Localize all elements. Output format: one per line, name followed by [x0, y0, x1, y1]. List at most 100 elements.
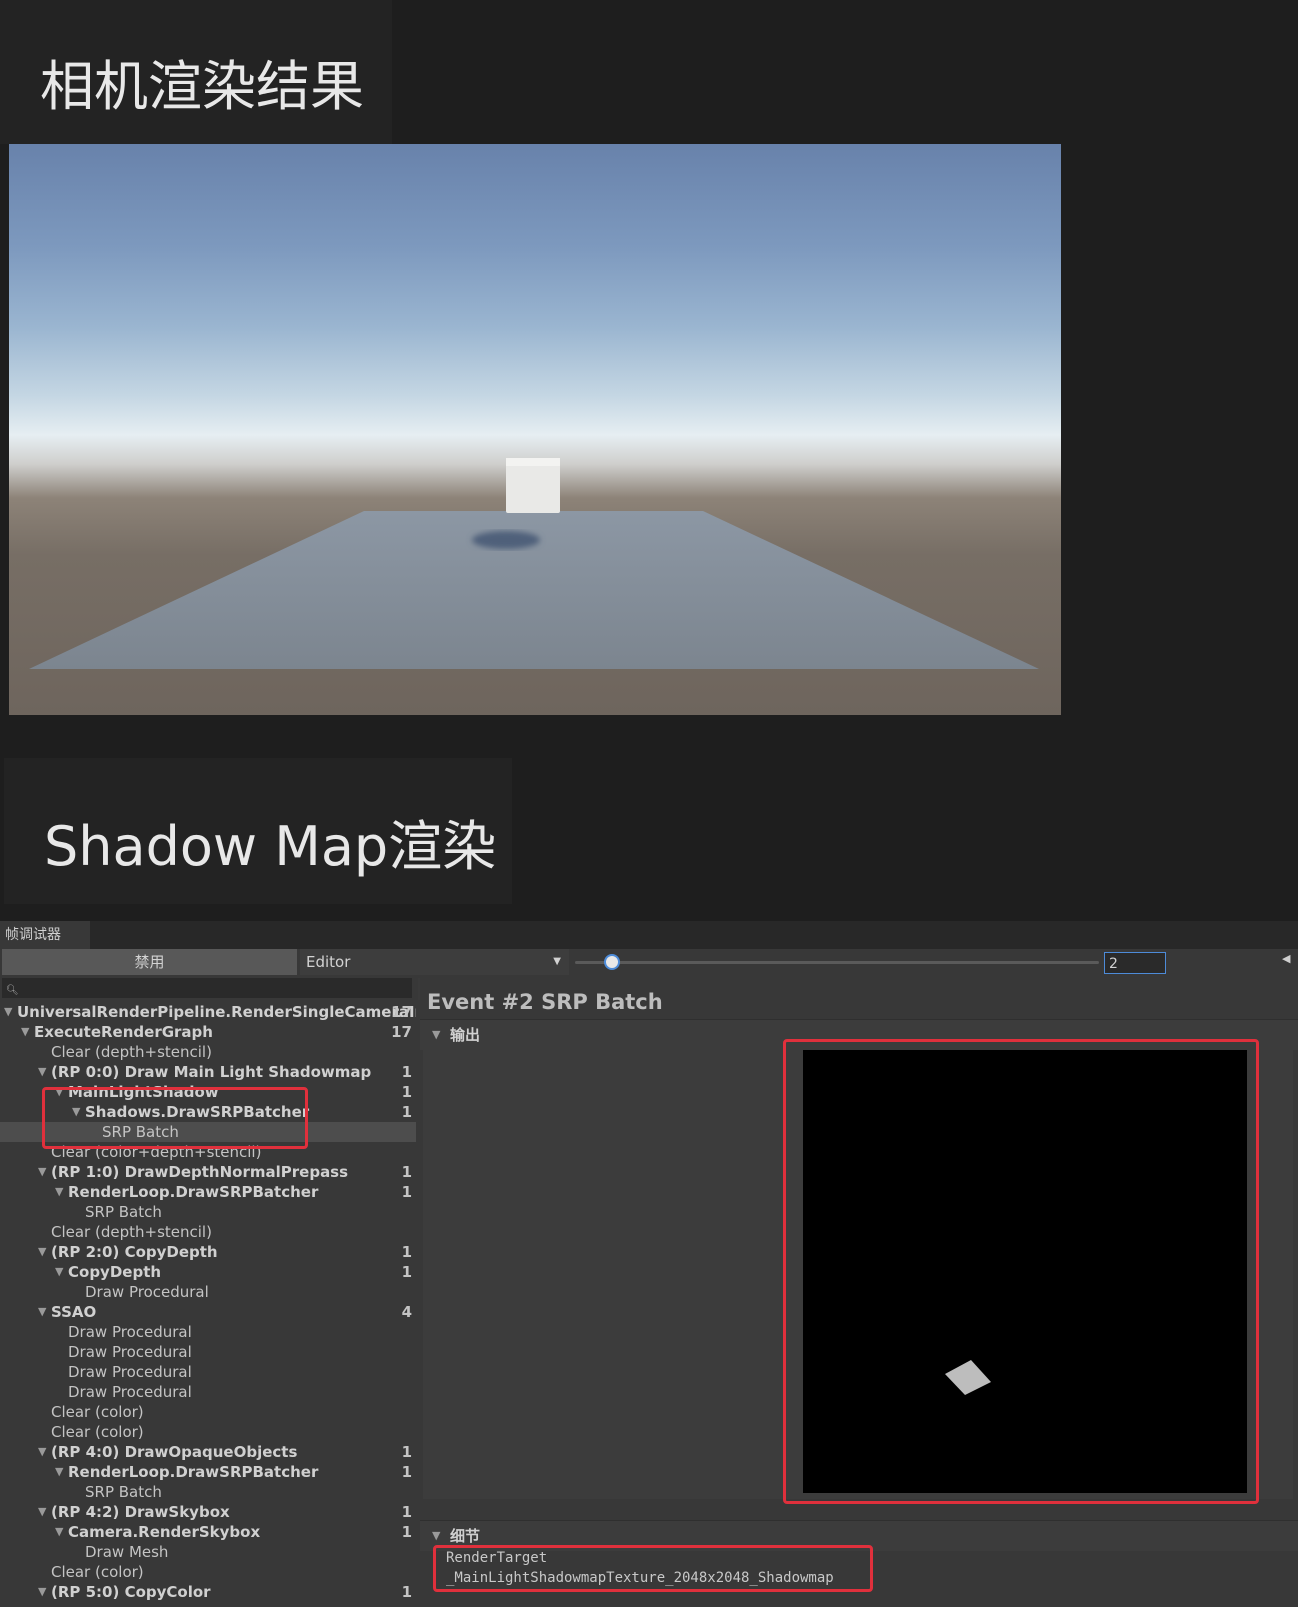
camera-result-heading: 相机渲染结果 — [40, 55, 364, 118]
shadow-map-heading: Shadow Map渲染 — [44, 815, 497, 878]
tree-row-label: Draw Procedural — [85, 1283, 209, 1301]
tree-row-label: SRP Batch — [85, 1483, 162, 1501]
tree-row[interactable]: SRP Batch — [0, 1202, 416, 1222]
tree-row-label: (RP 2:0) CopyDepth — [51, 1243, 218, 1261]
tree-row[interactable]: SRP Batch — [0, 1482, 416, 1502]
expand-arrow-icon[interactable]: ▼ — [38, 1442, 46, 1462]
tree-row[interactable]: ▼ SSAO 4 — [0, 1302, 416, 1322]
tree-row[interactable]: Draw Procedural — [0, 1342, 416, 1362]
mainlightshadow-highlight-box — [42, 1087, 308, 1149]
expand-arrow-icon[interactable]: ▼ — [38, 1302, 46, 1322]
event-title: Event #2 SRP Batch — [427, 990, 663, 1014]
expand-arrow-icon[interactable]: ▼ — [38, 1242, 46, 1262]
tree-row-label: CopyDepth — [68, 1263, 162, 1281]
tree-row-count: 1 — [401, 1103, 412, 1121]
tree-row-count: 1 — [401, 1183, 412, 1201]
tree-row[interactable]: Clear (depth+stencil) — [0, 1222, 416, 1242]
expand-arrow-icon[interactable]: ▼ — [55, 1462, 63, 1482]
expand-arrow-icon[interactable]: ▼ — [38, 1582, 46, 1602]
tree-row-count: 1 — [401, 1463, 412, 1481]
target-select[interactable]: Editor ▼ — [300, 949, 569, 975]
tree-row-label: (RP 5:0) CopyColor — [51, 1583, 211, 1601]
event-number-field[interactable]: 2 — [1104, 952, 1166, 974]
shadowmap-highlight-box — [783, 1039, 1259, 1504]
tree-row-count: 4 — [401, 1303, 412, 1321]
event-detail-pane: Event #2 SRP Batch ▼ 输出 ▼ 细节 RenderTarge… — [420, 975, 1298, 1607]
tree-row-label: Clear (color) — [51, 1423, 144, 1441]
expand-arrow-icon[interactable]: ▼ — [55, 1182, 63, 1202]
details-section-label: 细节 — [450, 1527, 481, 1545]
foldout-arrow-icon: ▼ — [432, 1028, 441, 1041]
tree-row-count: 17 — [391, 1023, 412, 1041]
expand-arrow-icon[interactable]: ▼ — [55, 1522, 63, 1542]
tree-row[interactable]: ▼ RenderLoop.DrawSRPBatcher 1 — [0, 1182, 416, 1202]
tree-row[interactable]: ▼ CopyDepth 1 — [0, 1262, 416, 1282]
tree-row[interactable]: ▼ (RP 4:0) DrawOpaqueObjects 1 — [0, 1442, 416, 1462]
frame-debugger-tab[interactable]: 帧调试器 — [0, 921, 90, 949]
tree-row-label: Camera.RenderSkybox — [68, 1523, 261, 1541]
tree-row-count: 1 — [401, 1083, 412, 1101]
tree-row-label: Clear (color) — [51, 1563, 144, 1581]
tree-row-label: SSAO — [51, 1303, 97, 1321]
tree-row[interactable]: Draw Procedural — [0, 1362, 416, 1382]
tree-row-label: Clear (color) — [51, 1403, 144, 1421]
tree-row[interactable]: Clear (color) — [0, 1422, 416, 1442]
expand-arrow-icon[interactable]: ▼ — [38, 1062, 46, 1082]
tree-row[interactable]: ▼ (RP 4:2) DrawSkybox 1 — [0, 1502, 416, 1522]
tree-row[interactable]: Clear (color) — [0, 1402, 416, 1422]
tree-row[interactable]: Draw Procedural — [0, 1382, 416, 1402]
collapse-arrow-icon[interactable]: ◀ — [1282, 952, 1290, 965]
tree-row[interactable]: ▼ RenderLoop.DrawSRPBatcher 1 — [0, 1462, 416, 1482]
tree-row-label: (RP 0:0) Draw Main Light Shadowmap — [51, 1063, 372, 1081]
expand-arrow-icon[interactable]: ▼ — [38, 1162, 46, 1182]
tree-row-label: ExecuteRenderGraph — [34, 1023, 213, 1041]
search-input[interactable]: 🔍︎ — [2, 978, 412, 998]
tree-row-label: SRP Batch — [85, 1203, 162, 1221]
tree-row-label: Draw Procedural — [68, 1383, 192, 1401]
tree-row-count: 1 — [401, 1263, 412, 1281]
render-target-highlight-box — [433, 1545, 873, 1592]
tree-row-count: 1 — [401, 1583, 412, 1601]
event-slider-track[interactable] — [575, 961, 1099, 964]
tree-row-count: 1 — [401, 1523, 412, 1541]
camera-result-heading-box: 相机渲染结果 — [0, 0, 392, 144]
tree-row-label: UniversalRenderPipeline.RenderSingleCame… — [17, 1003, 416, 1021]
tree-row-label: Clear (depth+stencil) — [51, 1043, 212, 1061]
tree-row[interactable]: ▼ (RP 1:0) DrawDepthNormalPrepass 1 — [0, 1162, 416, 1182]
tree-row-label: (RP 4:2) DrawSkybox — [51, 1503, 230, 1521]
tree-row[interactable]: Draw Procedural — [0, 1282, 416, 1302]
tree-row-label: (RP 1:0) DrawDepthNormalPrepass — [51, 1163, 349, 1181]
tree-row-count: 17 — [391, 1003, 412, 1021]
frame-debugger-window: 帧调试器 禁用 Editor ▼ 2 ◀ 🔍︎ ▼ UniversalRender… — [0, 921, 1298, 1607]
tree-row-label: Draw Procedural — [68, 1363, 192, 1381]
target-select-value: Editor — [306, 953, 351, 971]
event-slider-handle[interactable] — [604, 954, 620, 970]
tree-row-label: RenderLoop.DrawSRPBatcher — [68, 1183, 319, 1201]
camera-render-image — [9, 144, 1061, 715]
disable-button[interactable]: 禁用 — [2, 949, 297, 975]
tree-row-count: 1 — [401, 1503, 412, 1521]
tree-row[interactable]: Draw Procedural — [0, 1322, 416, 1342]
tree-row[interactable]: ▼ (RP 5:0) CopyColor 1 — [0, 1582, 416, 1602]
expand-arrow-icon[interactable]: ▼ — [38, 1502, 46, 1522]
tree-row[interactable]: ▼ Camera.RenderSkybox 1 — [0, 1522, 416, 1542]
tree-row[interactable]: Clear (depth+stencil) — [0, 1042, 416, 1062]
expand-arrow-icon[interactable]: ▼ — [55, 1262, 63, 1282]
tree-row[interactable]: ▼ (RP 2:0) CopyDepth 1 — [0, 1242, 416, 1262]
expand-arrow-icon[interactable]: ▼ — [4, 1002, 12, 1022]
tree-row-count: 1 — [401, 1163, 412, 1181]
white-cube — [506, 458, 560, 513]
tree-row-count: 1 — [401, 1243, 412, 1261]
tree-row[interactable]: ▼ ExecuteRenderGraph 17 — [0, 1022, 416, 1042]
tree-row-count: 1 — [401, 1063, 412, 1081]
tree-row[interactable]: Draw Mesh — [0, 1542, 416, 1562]
ground-plane — [29, 511, 1039, 669]
tree-row-count: 1 — [401, 1443, 412, 1461]
tree-row[interactable]: Clear (color) — [0, 1562, 416, 1582]
tree-row[interactable]: ▼ UniversalRenderPipeline.RenderSingleCam… — [0, 1002, 416, 1022]
window-tab-bar: 帧调试器 — [0, 921, 1298, 949]
tree-row[interactable]: ▼ (RP 0:0) Draw Main Light Shadowmap 1 — [0, 1062, 416, 1082]
tree-row-label: Draw Procedural — [68, 1343, 192, 1361]
search-icon: 🔍︎ — [6, 985, 19, 996]
expand-arrow-icon[interactable]: ▼ — [21, 1022, 29, 1042]
